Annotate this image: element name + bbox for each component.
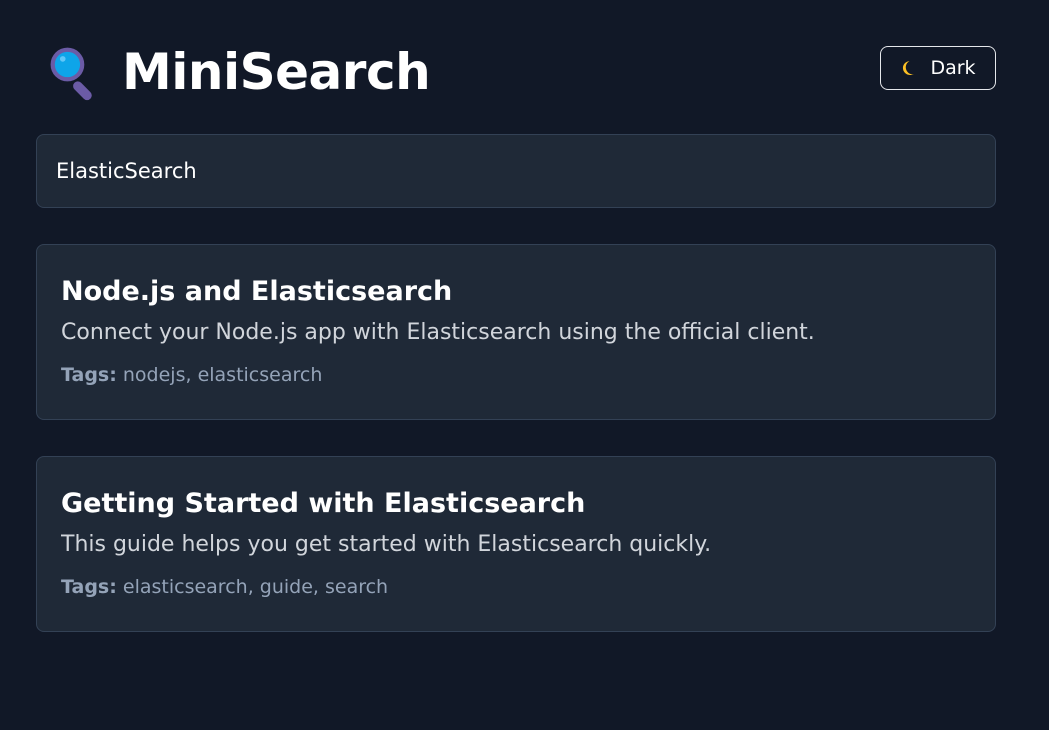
tags-list: elasticsearch, guide, search — [122, 576, 389, 598]
app-root: MiniSearch Dark Node.js and Elasticsearc… — [0, 0, 1049, 730]
theme-toggle-button[interactable]: Dark — [880, 46, 996, 90]
result-title-link[interactable]: Node.js and Elasticsearch — [61, 273, 971, 311]
app-header: MiniSearch Dark — [36, 36, 996, 108]
app-title: MiniSearch — [122, 43, 431, 101]
result-description: This guide helps you get started with El… — [61, 532, 712, 557]
tags-label: Tags: — [61, 576, 117, 598]
result-card: Getting Started with Elasticsearch This … — [36, 456, 996, 632]
result-tags: Tags: elasticsearch, guide, search — [61, 573, 971, 601]
search-box — [36, 134, 996, 208]
theme-toggle-label: Dark — [930, 57, 976, 79]
result-card: Node.js and Elasticsearch Connect your N… — [36, 244, 996, 420]
tags-label: Tags: — [61, 364, 117, 386]
result-tags: Tags: nodejs, elasticsearch — [61, 361, 971, 389]
magnifying-glass-icon — [50, 47, 92, 101]
moon-icon — [903, 61, 915, 76]
search-input[interactable] — [37, 135, 995, 207]
result-description: Connect your Node.js app with Elasticsea… — [61, 320, 815, 345]
tags-list: nodejs, elasticsearch — [122, 364, 323, 386]
results-list: Node.js and Elasticsearch Connect your N… — [36, 244, 996, 668]
brand: MiniSearch — [44, 42, 431, 102]
result-title-link[interactable]: Getting Started with Elasticsearch — [61, 485, 971, 523]
